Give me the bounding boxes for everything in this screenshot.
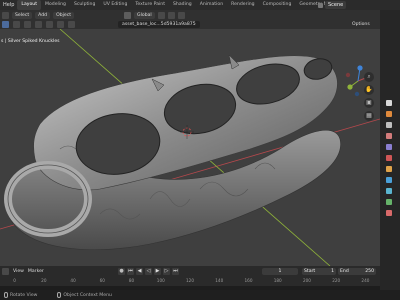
mouse-right-icon	[57, 292, 62, 298]
options-dropdown[interactable]: Options	[352, 21, 370, 28]
record-icon[interactable]: ●	[118, 268, 125, 275]
material-tab-icon[interactable]	[386, 210, 392, 216]
3d-viewport[interactable]: s | Silver Spiked Knuckles ⌕ ✋ ▣ ▦	[0, 29, 380, 266]
status-rotate-text: Rotate View	[10, 292, 38, 298]
scene-tab-icon[interactable]	[386, 144, 392, 150]
status-context-hint: Object Context Menu	[57, 292, 112, 298]
add-menu[interactable]: Add	[35, 11, 51, 19]
brass-knuckles-model[interactable]	[4, 54, 341, 250]
scene-name-field[interactable]: Scene	[325, 1, 347, 9]
data-tab-icon[interactable]	[386, 199, 392, 205]
menu-help[interactable]: Help	[0, 0, 17, 10]
play-reverse-icon[interactable]: ◁	[145, 268, 152, 275]
collection-icon[interactable]	[35, 21, 42, 28]
visibility-icon[interactable]	[46, 21, 53, 28]
start-value: 1	[331, 269, 334, 274]
ruler-tick: 80	[128, 278, 135, 283]
timeline-marker-menu[interactable]: Marker	[28, 269, 44, 274]
timeline-ruler[interactable]: 0 20 40 60 80 100 120 140 160 180 200 22…	[0, 277, 380, 285]
prev-keyframe-icon[interactable]: ◀	[136, 268, 143, 275]
ruler-tick: 160	[244, 278, 253, 283]
play-icon[interactable]: ▶	[154, 268, 161, 275]
workspace-tab-sculpting[interactable]: Sculpting	[70, 0, 99, 10]
object-menu[interactable]: Object	[53, 11, 75, 19]
ruler-tick: 200	[302, 278, 311, 283]
properties-tabs	[383, 100, 397, 221]
start-frame-field[interactable]: Start 1	[302, 268, 336, 275]
workspace-tab-layout[interactable]: Layout	[17, 0, 42, 10]
workspace-tab-shading[interactable]: Shading	[169, 0, 196, 10]
status-context-text: Object Context Menu	[63, 292, 112, 298]
zoom-view-icon[interactable]: ⌕	[364, 72, 374, 82]
overlay-icon[interactable]	[57, 21, 64, 28]
view-layer-tab-icon[interactable]	[386, 133, 392, 139]
active-file-name[interactable]: asset_base_loc...5d5931a9a875	[118, 21, 200, 28]
cursor-tool-icon[interactable]	[13, 21, 20, 28]
object-tab-icon[interactable]	[386, 166, 392, 172]
pan-view-icon[interactable]: ✋	[364, 85, 374, 95]
perspective-toggle-icon[interactable]: ▦	[364, 111, 374, 121]
ruler-tick: 60	[99, 278, 105, 283]
transform-orientation-dropdown[interactable]: Global	[134, 11, 155, 19]
camera-view-icon[interactable]: ▣	[364, 98, 374, 108]
start-label: Start	[304, 269, 316, 274]
workspace-tab-texture-paint[interactable]: Texture Paint	[131, 0, 169, 10]
workspace-tab-rendering[interactable]: Rendering	[227, 0, 258, 10]
ruler-tick: 20	[41, 278, 47, 283]
status-bar: Rotate View Object Context Menu	[0, 290, 400, 300]
scene-icon	[318, 2, 323, 8]
end-frame-field[interactable]: End 250	[338, 268, 376, 275]
workspace-tab-uv-editing[interactable]: UV Editing	[99, 0, 131, 10]
active-object-label: s | Silver Spiked Knuckles	[1, 39, 60, 44]
workspace-tab-animation[interactable]: Animation	[196, 0, 227, 10]
ruler-tick: 220	[332, 278, 341, 283]
scene-selector[interactable]: Scene	[318, 0, 347, 10]
render-tab-icon[interactable]	[386, 111, 392, 117]
snap-icon[interactable]	[167, 11, 175, 19]
ruler-tick: 180	[273, 278, 282, 283]
mouse-middle-icon	[4, 292, 8, 298]
ruler-tick: 0	[13, 278, 16, 283]
viewport-canvas	[0, 29, 380, 266]
ruler-tick: 120	[186, 278, 195, 283]
world-tab-icon[interactable]	[386, 155, 392, 161]
jump-end-icon[interactable]: ⏭	[172, 268, 179, 275]
physics-tab-icon[interactable]	[386, 188, 392, 194]
gizmo-toggle-icon[interactable]	[68, 21, 75, 28]
workspace-tab-compositing[interactable]: Compositing	[259, 0, 296, 10]
jump-start-icon[interactable]: ⏮	[127, 268, 134, 275]
select-menu[interactable]: Select	[12, 11, 33, 19]
ruler-tick: 140	[215, 278, 224, 283]
orientation-icon	[124, 11, 132, 19]
workspace-tab-modeling[interactable]: Modeling	[41, 0, 70, 10]
editor-type-icon[interactable]	[2, 11, 9, 19]
ruler-tick: 240	[361, 278, 370, 283]
output-tab-icon[interactable]	[386, 122, 392, 128]
viewport-header: Select Add Object Global	[0, 10, 380, 20]
ruler-tick: 100	[156, 278, 165, 283]
end-value: 250	[365, 269, 374, 274]
current-frame-field[interactable]: 1	[262, 268, 298, 275]
view-layer-icon[interactable]	[24, 21, 31, 28]
proportional-edit-icon[interactable]	[177, 11, 185, 19]
status-rotate-hint: Rotate View	[4, 292, 37, 298]
timeline-view-menu[interactable]: View	[13, 269, 24, 274]
pivot-icon[interactable]	[157, 11, 165, 19]
tool-tab-icon[interactable]	[386, 100, 392, 106]
object-mode-icon[interactable]	[2, 21, 9, 28]
timeline-editor-icon[interactable]	[2, 268, 9, 275]
playback-controls: ● ⏮ ◀ ◁ ▶ ▷ ⏭	[118, 268, 179, 275]
end-label: End	[340, 269, 349, 274]
next-keyframe-icon[interactable]: ▷	[163, 268, 170, 275]
ruler-tick: 40	[70, 278, 76, 283]
modifier-tab-icon[interactable]	[386, 177, 392, 183]
